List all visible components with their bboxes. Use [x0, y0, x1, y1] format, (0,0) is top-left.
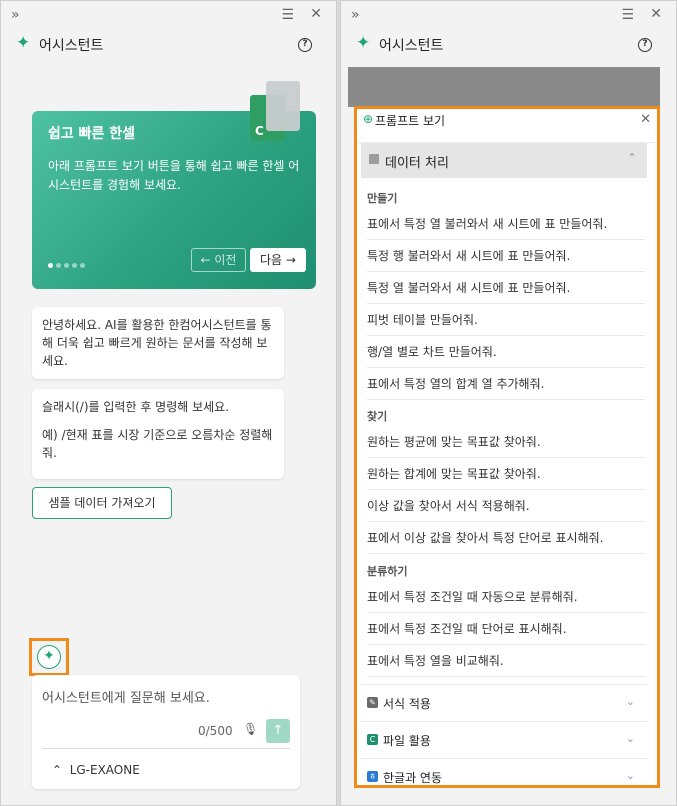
- divider: [42, 748, 290, 749]
- card-description: 아래 프롬프트 보기 버튼을 통해 쉽고 빠른 한셀 어시스턴트를 경험해 보세…: [48, 159, 300, 192]
- expand-icon[interactable]: »: [11, 7, 20, 23]
- send-button[interactable]: ↑: [266, 719, 290, 743]
- chart-icon: [369, 154, 379, 164]
- expand-icon[interactable]: »: [351, 7, 360, 23]
- hint-example: 예) /현재 표를 시장 기준으로 오름차순 정렬해줘.: [42, 428, 273, 460]
- prompt-item[interactable]: 특정 열 불러와서 새 시트에 표 만들어줘.: [367, 272, 645, 304]
- prev-button[interactable]: ← 이전: [191, 248, 246, 272]
- hint-message: 슬래시(/)를 입력한 후 명령해 보세요. 예) /현재 표를 시장 기준으로…: [32, 389, 284, 479]
- menu-icon[interactable]: ☰: [621, 7, 634, 23]
- hancell-file-icon: C: [367, 734, 378, 745]
- chevron-down-icon: ⌄: [625, 769, 635, 782]
- group-label: 만들기: [367, 192, 398, 205]
- prompt-item[interactable]: 특정 행 불러와서 새 시트에 표 만들어줘.: [367, 240, 645, 272]
- close-icon[interactable]: ✕: [640, 112, 651, 127]
- close-icon[interactable]: ✕: [650, 6, 662, 22]
- assistant-panel-left: » ☰ ✕ ✦ 어시스턴트 ? C 쉽고 빠른 한셀 아래 프롬프트 보기 버튼…: [0, 0, 337, 806]
- section-title: 한글과 연동: [383, 771, 443, 785]
- prompt-item[interactable]: 표에서 특정 열 불러와서 새 시트에 표 만들어줘.: [367, 208, 645, 240]
- hancell-icon: C: [250, 81, 302, 145]
- prompt-item[interactable]: 원하는 합계에 맞는 목표값 찾아줘.: [367, 458, 645, 490]
- prompt-title: 프롬프트 보기: [375, 114, 446, 128]
- greeting-message: 안녕하세요. AI를 활용한 한컴어시스턴트를 통해 더욱 쉽고 빠르게 원하는…: [32, 307, 284, 379]
- prompt-toggle-button[interactable]: ✦: [37, 645, 61, 669]
- prompt-item[interactable]: 원하는 평균에 맞는 목표값 찾아줘.: [367, 426, 645, 458]
- carousel-dots[interactable]: [48, 257, 88, 271]
- char-counter: 0/500: [198, 724, 233, 738]
- prompt-item[interactable]: 행/열 별로 차트 만들어줘.: [367, 336, 645, 368]
- help-icon[interactable]: ?: [298, 38, 312, 52]
- prompt-item[interactable]: 표에서 이상 값을 찾아서 특정 단어로 표시해줘.: [367, 522, 645, 554]
- prompt-toggle-highlight: ✦: [29, 638, 69, 676]
- dimmed-card: [348, 67, 660, 107]
- sparkle-icon: ✦: [16, 33, 31, 53]
- intro-card: C 쉽고 빠른 한셀 아래 프롬프트 보기 버튼을 통해 쉽고 빠른 한셀 어시…: [32, 81, 316, 289]
- next-button[interactable]: 다음 →: [250, 248, 306, 272]
- hangul-icon: ㅎ: [367, 771, 378, 782]
- prompt-item[interactable]: 표에서 특정 조건일 때 자동으로 분류해줘.: [367, 581, 645, 613]
- section-file[interactable]: C 파일 활용 ⌄: [361, 721, 647, 758]
- chevron-up-icon: ⌃: [626, 151, 637, 165]
- group-label: 분류하기: [367, 565, 408, 578]
- model-name: LG-EXAONE: [69, 763, 140, 777]
- sample-data-button[interactable]: 샘플 데이터 가져오기: [32, 487, 172, 519]
- section-data-processing[interactable]: 데이터 처리 ⌃: [361, 143, 647, 178]
- chevron-down-icon: ⌄: [625, 695, 635, 708]
- prompt-list-panel: ⊕ 프롬프트 보기 ✕ 데이터 처리 ⌃ 만들기 표에서 특정 열 불러와서 새…: [354, 106, 660, 788]
- prompt-item[interactable]: 표에서 특정 조건일 때 단어로 표시해줘.: [367, 613, 645, 645]
- panel-title: 어시스턴트: [39, 38, 104, 54]
- assistant-panel-right: » ☰ ✕ ✦ 어시스턴트 ? ⊕ 프롬프트 보기 ✕ 데이터 처리 ⌃ 만들기…: [340, 0, 677, 806]
- model-selector[interactable]: ⌃ LG-EXAONE: [52, 763, 140, 777]
- card-title: 쉽고 빠른 한셀: [48, 126, 136, 142]
- chat-input-box: 어시스턴트에게 질문해 보세요. 0/500 🎙 ↑ ⌃ LG-EXAONE: [32, 675, 300, 789]
- section-title: 파일 활용: [383, 734, 431, 748]
- prompt-item[interactable]: 이상 값을 찾아서 서식 적용해줘.: [367, 490, 645, 522]
- group-label: 찾기: [367, 410, 388, 423]
- close-icon[interactable]: ✕: [310, 6, 322, 22]
- prompt-item[interactable]: 표에서 특정 열을 비교해줘.: [367, 645, 645, 677]
- section-title: 서식 적용: [383, 697, 431, 711]
- prompt-icon: ⊕: [363, 112, 374, 126]
- chat-input[interactable]: 어시스턴트에게 질문해 보세요.: [42, 687, 210, 706]
- menu-icon[interactable]: ☰: [281, 7, 294, 23]
- help-icon[interactable]: ?: [638, 38, 652, 52]
- mic-icon[interactable]: 🎙: [243, 722, 258, 736]
- hint-line: 슬래시(/)를 입력한 후 명령해 보세요.: [42, 400, 230, 414]
- section-hangul[interactable]: ㅎ 한글과 연동 ⌄: [361, 758, 647, 795]
- section-format[interactable]: ✎ 서식 적용 ⌄: [361, 684, 647, 721]
- chevron-down-icon: ⌄: [625, 732, 635, 745]
- panel-title: 어시스턴트: [379, 38, 444, 54]
- prompt-item[interactable]: 피벗 테이블 만들어줘.: [367, 304, 645, 336]
- brush-icon: ✎: [367, 697, 378, 708]
- prompt-item[interactable]: 표에서 특정 열의 합계 열 추가해줘.: [367, 368, 645, 400]
- sparkle-icon: ✦: [356, 33, 371, 53]
- section-title: 데이터 처리: [385, 156, 449, 171]
